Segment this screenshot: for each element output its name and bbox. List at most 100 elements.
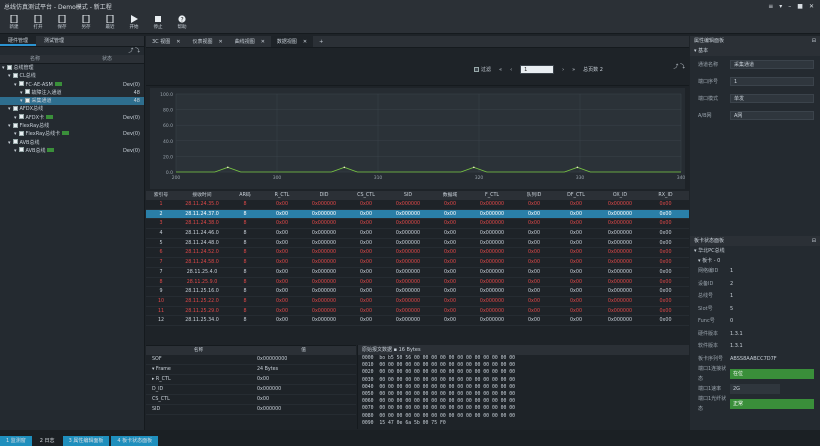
tree-checkbox[interactable] [18, 147, 24, 153]
tree-checkbox[interactable] [18, 81, 24, 87]
tab-hardware[interactable]: 硬件管理 [0, 36, 37, 46]
panel-close-icon[interactable]: ⊟ [812, 236, 820, 246]
table-row[interactable]: 3 28.11.24.38.0 8 0x00 0x000000 0x00 0x000000 0… [146, 219, 689, 230]
panel-close-icon[interactable]: ⊟ [812, 36, 820, 46]
close-icon[interactable]: ✕ [176, 36, 180, 47]
prop-row[interactable]: ▾ Frame 24 Bytes [146, 365, 356, 375]
help-button[interactable]: ? 帮助 [172, 15, 192, 30]
view-tab-1[interactable]: 仪表视图 ✕ [186, 36, 228, 47]
filter-checkbox[interactable]: 过滤 [472, 66, 491, 73]
save-button[interactable]: 保存 [52, 14, 72, 30]
column-header[interactable]: DF_CTL [554, 191, 598, 200]
column-header[interactable]: OX_ID [598, 191, 642, 200]
column-header[interactable]: F_CTL [470, 191, 514, 200]
expand-icon[interactable]: ▾ [8, 106, 11, 112]
prev-page-button[interactable]: ‹ [510, 67, 512, 73]
tree-checkbox[interactable] [6, 64, 12, 70]
column-header[interactable]: 接收时间 [176, 191, 228, 200]
table-row[interactable]: 12 28.11.25.34.0 8 0x00 0x000000 0x00 0x000000… [146, 316, 689, 326]
window-control-1[interactable]: ▾ [779, 3, 782, 10]
recent-button[interactable]: 最近 [100, 14, 120, 30]
column-header[interactable]: 数据域 [430, 191, 470, 200]
close-icon[interactable]: ✕ [303, 36, 307, 47]
table-row[interactable]: 6 28.11.24.52.0 8 0x00 0x000000 0x00 0x000000 0… [146, 248, 689, 259]
tree-checkbox[interactable] [18, 130, 24, 136]
table-row[interactable]: 2 28.11.24.37.0 8 0x00 0x000000 0x00 0x000000 0… [146, 209, 689, 220]
new-file-button[interactable]: 新建 [4, 14, 24, 30]
view-tab-0[interactable]: 3C 视图 ✕ [146, 36, 186, 47]
tree-item[interactable]: ▾ CL总线 [0, 72, 144, 80]
tree-checkbox[interactable] [24, 89, 30, 95]
group-bus[interactable]: ▾ 华北PC总线 [690, 246, 820, 256]
tree-item[interactable]: ▾ FC-AE-ASM Dev(0) [0, 81, 144, 89]
column-header[interactable]: RX_ID [642, 191, 689, 200]
tree-checkbox[interactable] [12, 105, 18, 111]
tree-checkbox[interactable] [18, 114, 24, 120]
tree-item[interactable]: ▾ 总线管理 [0, 64, 144, 72]
status-tab-2[interactable]: 3 属性编辑面板 [62, 436, 110, 446]
table-row[interactable]: 11 28.11.25.29.0 8 0x00 0x000000 0x00 0x000000… [146, 307, 689, 317]
prop-row[interactable]: ▸ R_CTL 0x00 [146, 375, 356, 385]
column-header[interactable]: 索引号 [146, 191, 176, 200]
table-row[interactable]: 10 28.11.25.22.0 8 0x00 0x000000 0x00 0x000000… [146, 297, 689, 307]
window-control-2[interactable]: – [788, 3, 791, 10]
export-icons[interactable]: ⤴ ⤵ [673, 63, 685, 70]
table-row[interactable]: 8 28.11.25.9.0 8 0x00 0x000000 0x00 0x000000 0x… [146, 278, 689, 288]
expand-icon[interactable]: ▾ [14, 115, 17, 121]
expand-icon[interactable]: ▾ [2, 65, 5, 71]
prop-row[interactable]: SID 0x000000 [146, 405, 356, 415]
prop-row[interactable]: CS_CTL 0x00 [146, 395, 356, 405]
tree-item[interactable]: ▾ AVB总线 Dev(0) [0, 147, 144, 155]
tree-item[interactable]: ▾ FlexRay总线卡 Dev(0) [0, 130, 144, 138]
tree-item[interactable]: ▾ AVB总线 [0, 139, 144, 147]
expand-icon[interactable]: ▾ [14, 131, 17, 137]
page-input[interactable]: 1 [520, 65, 555, 74]
close-icon[interactable]: ✕ [261, 36, 265, 47]
expand-icon[interactable]: ▾ [8, 123, 11, 129]
tree-checkbox[interactable] [12, 139, 18, 145]
property-value-field[interactable]: A网 [730, 111, 814, 120]
expand-icon[interactable]: ▾ [8, 73, 11, 79]
section-basic[interactable]: ▾ 基本 [690, 46, 820, 56]
property-value-field[interactable]: 采集通道 [730, 60, 814, 69]
tree-checkbox[interactable] [12, 122, 18, 128]
column-header[interactable]: DID [302, 191, 346, 200]
expand-icon[interactable]: ▾ [14, 82, 17, 88]
expand-icon[interactable]: ▾ [20, 98, 23, 104]
tab-test[interactable]: 测试管理 [36, 36, 72, 46]
stop-button[interactable]: 停止 [148, 15, 168, 30]
column-header[interactable]: AR码 [228, 191, 262, 200]
property-value-field[interactable]: 单发 [730, 94, 814, 103]
column-header[interactable]: CS_CTL [346, 191, 386, 200]
close-icon[interactable]: ✕ [218, 36, 222, 47]
status-tab-1[interactable]: 2 日志 [34, 436, 61, 446]
prop-row[interactable]: D_ID 0x000000 [146, 385, 356, 395]
tree-item[interactable]: ▾ AFDX卡 Dev(0) [0, 114, 144, 122]
table-row[interactable]: 1 28.11.24.35.0 8 0x00 0x000000 0x00 0x000000 0… [146, 200, 689, 210]
expand-icon[interactable]: ▾ [14, 148, 17, 154]
table-row[interactable]: 7 28.11.25.4.0 8 0x00 0x000000 0x00 0x000000 0x… [146, 268, 689, 278]
group-card[interactable]: ▾ 板卡 - 0 [690, 256, 820, 266]
tree-item[interactable]: ▾ FlexRay总线 [0, 122, 144, 130]
play-button[interactable]: 开始 [124, 15, 144, 30]
status-tab-0[interactable]: 1 监测窗 [0, 436, 32, 446]
prop-row[interactable]: SOF 0x00000000 [146, 355, 356, 365]
window-control-3[interactable]: ■ [797, 3, 803, 10]
save-as-button[interactable]: 另存 [76, 14, 96, 30]
tree-item[interactable]: ▾ 采集通道 48 [0, 97, 144, 106]
tree-item[interactable]: ▾ AFDX总线 [0, 105, 144, 113]
table-row[interactable]: 9 28.11.25.16.0 8 0x00 0x000000 0x00 0x000000 0… [146, 287, 689, 297]
table-row[interactable]: 5 28.11.24.48.0 8 0x00 0x000000 0x00 0x000000 0… [146, 239, 689, 249]
open-folder-button[interactable]: 打开 [28, 14, 48, 30]
first-page-button[interactable]: « [499, 67, 502, 73]
table-row[interactable]: 4 28.11.24.46.0 8 0x00 0x000000 0x00 0x000000 0… [146, 229, 689, 239]
add-tab-button[interactable]: + [313, 36, 329, 47]
tree-checkbox[interactable] [12, 72, 18, 78]
tree-checkbox[interactable] [24, 97, 30, 103]
last-page-button[interactable]: » [572, 67, 575, 73]
next-page-button[interactable]: › [562, 67, 564, 73]
window-control-4[interactable]: ✕ [809, 3, 814, 10]
view-tab-2[interactable]: 曲线视图 ✕ [229, 36, 271, 47]
expand-icon[interactable]: ▾ [20, 90, 23, 96]
tree-item[interactable]: ▾ 故障注入通道 48 [0, 89, 144, 97]
